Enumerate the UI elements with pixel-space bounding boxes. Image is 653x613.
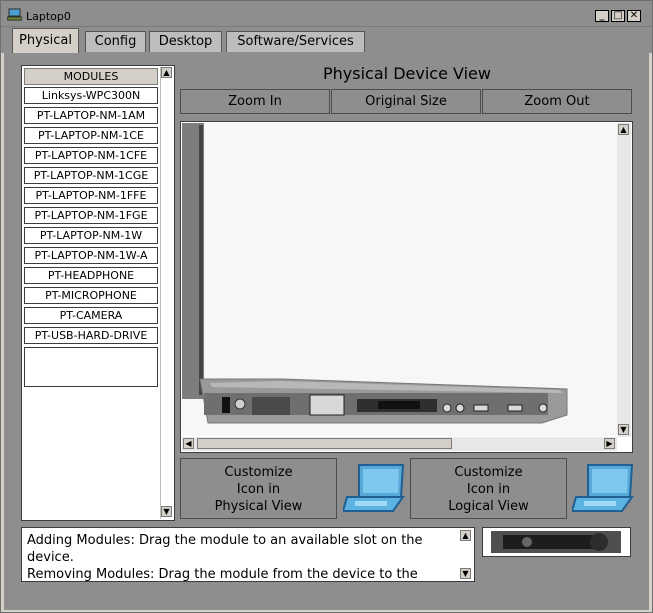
module-thumbnail-image bbox=[483, 528, 630, 556]
button-label: Logical View bbox=[448, 499, 529, 514]
viewer-vertical-scrollbar[interactable]: ▲ ▼ bbox=[617, 123, 631, 437]
customize-physical-icon-button[interactable]: Customize Icon in Physical View bbox=[180, 458, 337, 519]
module-item[interactable]: PT-MICROPHONE bbox=[24, 287, 158, 304]
module-item[interactable]: PT-LAPTOP-NM-1CE bbox=[24, 127, 158, 144]
laptop-window: Laptop0 _ □ ✕ Physical Config Desktop So… bbox=[0, 0, 653, 613]
scroll-up-icon[interactable]: ▲ bbox=[460, 530, 471, 541]
module-item[interactable]: PT-LAPTOP-NM-1FFE bbox=[24, 187, 158, 204]
button-label: Customize bbox=[454, 465, 523, 480]
scroll-down-icon[interactable]: ▼ bbox=[618, 424, 629, 435]
tab-physical[interactable]: Physical bbox=[12, 28, 79, 53]
module-item[interactable]: PT-CAMERA bbox=[24, 307, 158, 324]
button-label: Customize bbox=[224, 465, 293, 480]
laptop-app-icon bbox=[7, 8, 22, 21]
physical-device-canvas[interactable]: ▲ ▼ ◀ ▶ bbox=[180, 121, 633, 453]
scroll-up-icon[interactable]: ▲ bbox=[161, 67, 172, 78]
physical-laptop-icon bbox=[343, 464, 405, 512]
scroll-right-icon[interactable]: ▶ bbox=[604, 438, 615, 449]
instructions-text: Adding Modules: Drag the module to an av… bbox=[27, 532, 455, 582]
zoom-out-button[interactable]: Zoom Out bbox=[482, 89, 632, 114]
module-item[interactable]: Linksys-WPC300N bbox=[24, 87, 158, 104]
maximize-button[interactable]: □ bbox=[611, 10, 625, 22]
modules-header: MODULES bbox=[24, 68, 158, 85]
original-size-button[interactable]: Original Size bbox=[331, 89, 481, 114]
module-item[interactable]: PT-HEADPHONE bbox=[24, 267, 158, 284]
title-bar: Laptop0 _ □ ✕ bbox=[1, 1, 652, 27]
modules-list: MODULES Linksys-WPC300N PT-LAPTOP-NM-1AM… bbox=[21, 65, 175, 521]
window-title: Laptop0 bbox=[26, 10, 71, 23]
logical-laptop-icon bbox=[572, 464, 634, 512]
module-item[interactable]: PT-USB-HARD-DRIVE bbox=[24, 327, 158, 344]
horizontal-scroll-thumb[interactable] bbox=[197, 438, 452, 449]
modules-scrollbar[interactable]: ▲ ▼ bbox=[160, 67, 173, 519]
laptop-side-image bbox=[182, 123, 617, 436]
module-preview-slot bbox=[24, 347, 158, 387]
laptop-side-view bbox=[182, 123, 617, 436]
module-item[interactable]: PT-LAPTOP-NM-1CGE bbox=[24, 167, 158, 184]
module-item[interactable]: PT-LAPTOP-NM-1CFE bbox=[24, 147, 158, 164]
instruction-line: Adding Modules: Drag the module to an av… bbox=[27, 533, 423, 548]
zoom-in-button[interactable]: Zoom In bbox=[180, 89, 330, 114]
tab-bar: Physical Config Desktop Software/Service… bbox=[1, 27, 652, 53]
module-item[interactable]: PT-LAPTOP-NM-1FGE bbox=[24, 207, 158, 224]
module-item[interactable]: PT-LAPTOP-NM-1W bbox=[24, 227, 158, 244]
button-label: Icon in bbox=[466, 482, 511, 497]
tab-software-services[interactable]: Software/Services bbox=[226, 31, 365, 52]
module-item[interactable]: PT-LAPTOP-NM-1AM bbox=[24, 107, 158, 124]
instruction-line: device. bbox=[27, 550, 74, 565]
tab-config[interactable]: Config bbox=[85, 31, 146, 52]
scroll-down-icon[interactable]: ▼ bbox=[161, 506, 172, 517]
physical-device-view-title: Physical Device View bbox=[323, 64, 491, 83]
instructions-scrollbar[interactable]: ▲ ▼ bbox=[460, 529, 473, 580]
viewer-horizontal-scrollbar[interactable]: ◀ ▶ bbox=[182, 437, 617, 451]
scroll-up-icon[interactable]: ▲ bbox=[618, 124, 629, 135]
close-button[interactable]: ✕ bbox=[627, 10, 641, 22]
customize-logical-icon-button[interactable]: Customize Icon in Logical View bbox=[410, 458, 567, 519]
instruction-line: Removing Modules: Drag the module from t… bbox=[27, 567, 418, 582]
scroll-down-icon[interactable]: ▼ bbox=[460, 568, 471, 579]
button-label: Physical View bbox=[214, 499, 303, 514]
physical-tab-content: MODULES Linksys-WPC300N PT-LAPTOP-NM-1AM… bbox=[4, 53, 649, 610]
button-label: Icon in bbox=[236, 482, 281, 497]
module-item[interactable]: PT-LAPTOP-NM-1W-A bbox=[24, 247, 158, 264]
minimize-button[interactable]: _ bbox=[595, 10, 609, 22]
tab-desktop[interactable]: Desktop bbox=[149, 31, 222, 52]
module-thumbnail-preview bbox=[482, 527, 631, 557]
scroll-left-icon[interactable]: ◀ bbox=[183, 438, 194, 449]
instructions-box: Adding Modules: Drag the module to an av… bbox=[21, 527, 475, 582]
